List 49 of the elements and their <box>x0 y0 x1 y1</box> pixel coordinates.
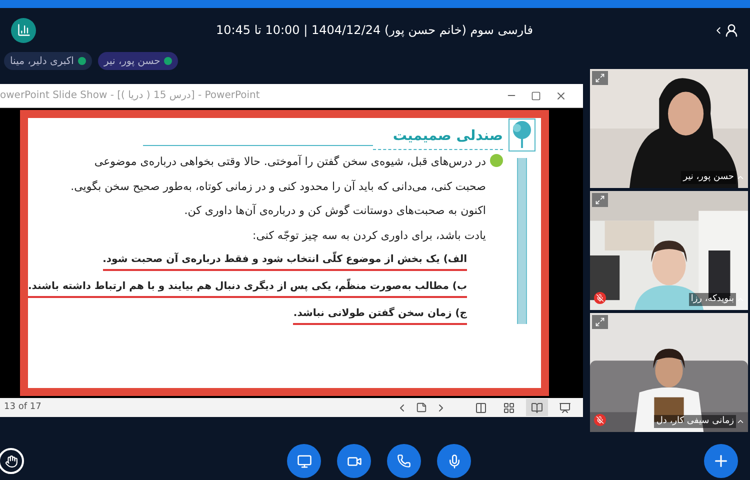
camera-button[interactable] <box>337 444 371 478</box>
close-icon[interactable] <box>555 90 567 102</box>
expand-arrows-icon <box>595 317 605 327</box>
point-text: ب) مطالب به‌صورت منظّم، یکی پس از دیگری دنبال هم بیایند و با هم ارتباط داشته باشند. <box>28 279 467 298</box>
notes-icon[interactable] <box>416 402 427 413</box>
window-title: owerPoint Slide Show - [درس 15 ( دریا )] - PowerPoint <box>0 89 261 103</box>
microphone-button[interactable] <box>437 444 471 478</box>
point-text: ج) زمان سخن گفتن طولانی نباشد. <box>293 306 467 325</box>
participant-chip[interactable]: حسن پور، نیر <box>98 52 178 70</box>
phone-icon <box>397 454 411 468</box>
slide-counter: 13 of 17 <box>4 400 42 414</box>
paragraph-line: اکنون به صحبت‌های دوستانت گوش کن و درباره‌ی آن‌ها داوری کن. <box>184 203 486 219</box>
expand-arrows-icon <box>595 73 605 83</box>
maximize-icon[interactable] <box>531 90 541 100</box>
participant-name: حسن پور، نیر <box>681 170 736 184</box>
grid-icon <box>503 402 515 414</box>
bullet-icon <box>490 154 503 167</box>
expand-arrows-icon <box>595 195 605 205</box>
add-button[interactable] <box>704 444 738 478</box>
chip-label: حسن پور، نیر <box>104 54 160 68</box>
video-tile[interactable]: بنویدکه، رزا <box>590 191 748 310</box>
participant-chip[interactable]: اکبری دلیر، مینا <box>4 52 92 70</box>
paragraph-line: در درس‌های قبل، شیوه‌ی سخن گفتن را آموختی. حالا وقتی بخواهی درباره‌ی موضوعی <box>94 154 486 170</box>
share-screen-button[interactable] <box>287 444 321 478</box>
monitor-icon <box>296 454 312 468</box>
expand-icon[interactable] <box>592 315 608 329</box>
raise-hand-button[interactable] <box>0 448 24 474</box>
presentation-icon <box>559 402 571 414</box>
video-tile[interactable]: حسن پور، نیر <box>590 69 748 188</box>
call-button[interactable] <box>387 444 421 478</box>
bar-chart-icon <box>16 23 30 37</box>
columns-icon <box>475 402 487 414</box>
tree-icon <box>508 118 536 152</box>
slide-heading: صندلی صمیمیت <box>372 126 503 150</box>
view-button[interactable] <box>526 399 548 416</box>
chip-label: اکبری دلیر، مینا <box>10 54 74 68</box>
point-text: الف) یک بخش از موضوع کلّی انتخاب شود و فقط درباره‌ی آن صحبت شود. <box>102 252 467 271</box>
expand-icon[interactable] <box>592 193 608 207</box>
participant-name: بنویدکه، رزا <box>688 292 736 306</box>
paragraph-line: یادت باشد، برای داوری کردن به سه چیز توجّه کنی: <box>252 228 486 244</box>
paragraph-line: صحبت کنی، می‌دانی که باید آن را محدود کنی و در زمانی کوتاه، به‌طور صحیح سخن بگویی. <box>70 178 486 195</box>
expand-icon[interactable] <box>592 71 608 85</box>
hand-icon <box>4 454 18 468</box>
user-icon <box>724 22 739 38</box>
plus-icon <box>712 452 730 470</box>
stats-button[interactable] <box>11 18 36 42</box>
book-icon <box>531 402 543 414</box>
meeting-title: فارسی سوم (خانم حسن پور) 1404/12/24 | 10:00 تا 10:45 <box>216 22 533 39</box>
microphone-icon <box>446 454 462 468</box>
